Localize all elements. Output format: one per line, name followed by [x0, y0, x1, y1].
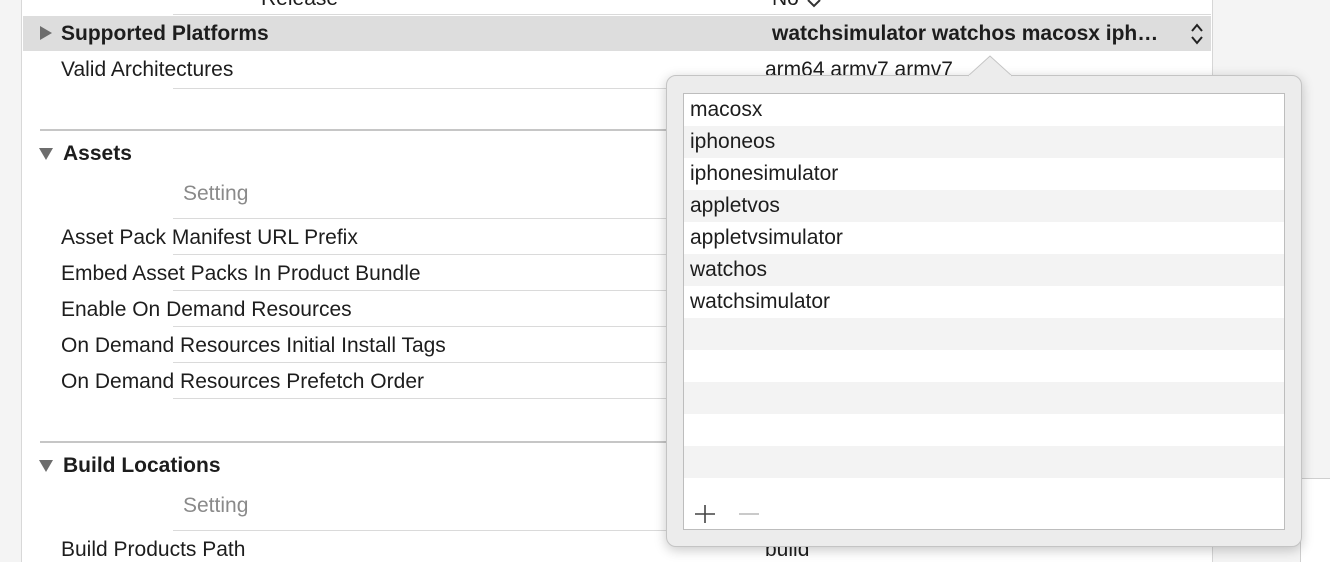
- platform-item-label: appletvsimulator: [690, 226, 843, 249]
- chevron-down-icon[interactable]: [806, 0, 822, 8]
- remove-platform-button[interactable]: [736, 502, 762, 526]
- asset-pack-manifest-url-prefix-label: Asset Pack Manifest URL Prefix: [61, 226, 358, 249]
- list-item[interactable]: macosx: [684, 94, 1284, 126]
- up-down-chevron-icon[interactable]: [1190, 22, 1204, 46]
- empty-list-row: [684, 350, 1284, 382]
- platform-item-label: iphoneos: [690, 130, 776, 153]
- odr-prefetch-order-label: On Demand Resources Prefetch Order: [61, 370, 424, 393]
- popover-arrow: [968, 55, 1012, 77]
- build-products-path-label: Build Products Path: [61, 538, 246, 561]
- platform-item-label: watchsimulator: [690, 290, 831, 313]
- enable-on-demand-resources-label: Enable On Demand Resources: [61, 298, 352, 321]
- assets-setting-column-header: Setting: [183, 182, 249, 205]
- platform-item-label: watchos: [690, 258, 768, 281]
- list-item[interactable]: watchos: [684, 254, 1284, 286]
- list-item[interactable]: appletvsimulator: [684, 222, 1284, 254]
- row-divider: [173, 14, 1211, 15]
- build-locations-section-title[interactable]: Build Locations: [63, 453, 221, 479]
- list-item[interactable]: watchsimulator: [684, 286, 1284, 318]
- list-footer: [684, 497, 1284, 529]
- supported-platforms-value[interactable]: watchsimulator watchos macosx iph…: [772, 21, 1158, 47]
- empty-list-row: [684, 446, 1284, 478]
- odr-initial-install-tags-label: On Demand Resources Initial Install Tags: [61, 334, 446, 357]
- embed-asset-packs-label: Embed Asset Packs In Product Bundle: [61, 262, 421, 285]
- empty-list-row: [684, 414, 1284, 446]
- assets-section-title[interactable]: Assets: [63, 141, 132, 167]
- triangle-down-icon[interactable]: [39, 148, 53, 160]
- valid-architectures-label: Valid Architectures: [61, 58, 234, 81]
- supported-platforms-label: Supported Platforms: [61, 22, 269, 45]
- build-locations-setting-column-header: Setting: [183, 494, 249, 517]
- add-platform-button[interactable]: [692, 502, 718, 526]
- release-setting-value[interactable]: No: [772, 0, 799, 12]
- list-item[interactable]: appletvos: [684, 190, 1284, 222]
- release-setting-name: Release: [261, 0, 338, 12]
- list-item[interactable]: iphoneos: [684, 126, 1284, 158]
- platform-item-label: appletvos: [690, 194, 780, 217]
- right-gutter-panel: [1300, 478, 1330, 562]
- empty-list-row: [684, 318, 1284, 350]
- empty-list-row: [684, 382, 1284, 414]
- triangle-down-icon[interactable]: [39, 460, 53, 472]
- platform-item-label: iphonesimulator: [690, 162, 839, 185]
- list-item[interactable]: iphonesimulator: [684, 158, 1284, 190]
- platforms-list: macosx iphoneos iphonesimulator appletvo…: [683, 93, 1285, 530]
- platform-item-label: macosx: [690, 98, 763, 121]
- triangle-right-icon[interactable]: [40, 26, 52, 40]
- left-gutter: [0, 0, 22, 562]
